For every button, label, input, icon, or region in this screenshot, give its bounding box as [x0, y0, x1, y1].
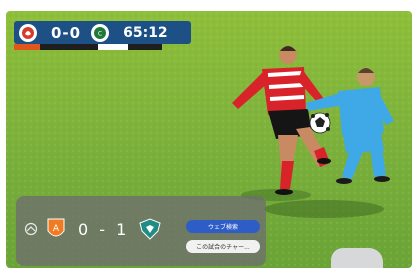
card-score-row: A 0 - 1	[24, 214, 163, 244]
tv-video-frame: 0-0 C 65:12 A 0 - 1 ウェブ検索 この試合のチャー...	[6, 11, 412, 268]
scoreboard-bar: 0-0 C 65:12	[14, 21, 191, 44]
red-club-crest-icon	[19, 23, 37, 42]
match-clock: 65:12	[123, 24, 168, 41]
svg-text:A: A	[53, 224, 60, 234]
card-score: 0 - 1	[78, 219, 130, 239]
match-info-card[interactable]: A 0 - 1 ウェブ検索 この試合のチャー...	[16, 196, 266, 266]
web-search-button[interactable]: ウェブ検索	[186, 220, 260, 233]
possession-bar-home	[14, 44, 40, 50]
green-club-crest-icon: C	[91, 23, 110, 42]
scoreboard-score: 0-0	[51, 23, 82, 42]
match-chart-button[interactable]: この試合のチャー...	[186, 240, 260, 253]
possession-bar	[14, 44, 162, 50]
svg-text:C: C	[98, 30, 102, 37]
teal-club-crest-icon	[137, 216, 163, 242]
possession-bar-away	[98, 44, 128, 50]
soccer-ball-icon	[309, 112, 331, 134]
soccer-icon	[24, 222, 38, 236]
orange-club-crest-icon: A	[44, 216, 68, 242]
overlay-blur-patch	[331, 248, 383, 268]
